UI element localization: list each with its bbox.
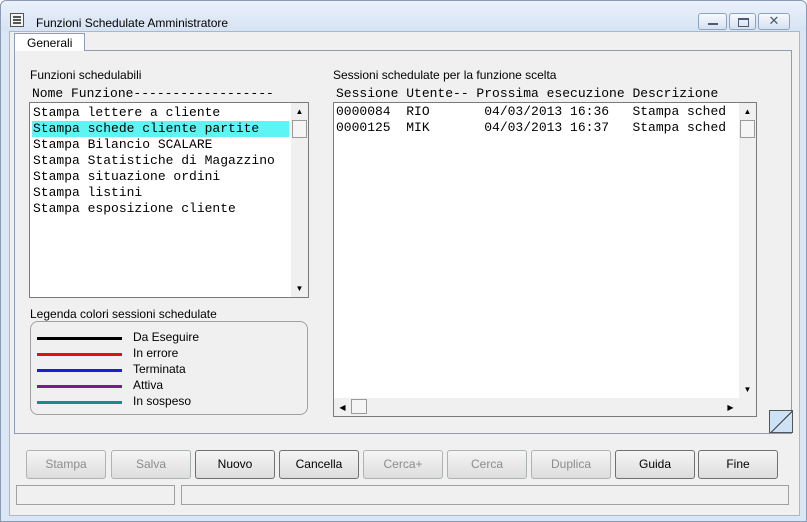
- legend-swatch: [37, 385, 122, 388]
- list-item[interactable]: Stampa esposizione cliente: [32, 201, 289, 217]
- scroll-down-icon[interactable]: ▼: [291, 280, 308, 297]
- scroll-corner: [739, 398, 756, 416]
- cerca-button[interactable]: Cerca: [447, 450, 527, 479]
- close-icon: ✕: [768, 13, 780, 28]
- legend-swatch: [37, 369, 122, 372]
- list-item[interactable]: Stampa Bilancio SCALARE: [32, 137, 289, 153]
- sessions-hscrollbar[interactable]: ◀ ▶: [334, 398, 739, 416]
- stampa-button[interactable]: Stampa: [26, 450, 106, 479]
- fine-button[interactable]: Fine: [698, 450, 778, 479]
- functions-scrollbar[interactable]: ▲ ▼: [291, 103, 308, 297]
- functions-label: Funzioni schedulabili: [30, 68, 142, 82]
- sessions-column-header: Sessione Utente-- Prossima esecuzione De…: [336, 86, 719, 101]
- sessions-list[interactable]: 0000084 RIO 04/03/2013 16:36 Stampa sche…: [333, 102, 757, 417]
- app-icon[interactable]: [10, 13, 24, 27]
- functions-column-header: Nome Funzione------------------: [32, 86, 274, 101]
- close-button[interactable]: ✕: [758, 13, 790, 30]
- sessions-vscrollbar[interactable]: ▲ ▼: [739, 103, 756, 398]
- legend-swatch: [37, 337, 122, 340]
- nuovo-button[interactable]: Nuovo: [195, 450, 275, 479]
- scroll-left-icon[interactable]: ◀: [334, 399, 351, 416]
- legend-swatch: [37, 401, 122, 404]
- scroll-right-icon[interactable]: ▶: [722, 399, 739, 416]
- legend-item-label: Terminata: [133, 362, 186, 376]
- legend-item-label: In errore: [133, 346, 179, 360]
- hscroll-thumb[interactable]: [351, 399, 367, 414]
- list-item[interactable]: Stampa lettere a cliente: [32, 105, 289, 121]
- minimize-button[interactable]: [698, 13, 727, 30]
- duplica-button[interactable]: Duplica: [531, 450, 611, 479]
- legend-box: Da Eseguire In errore Terminata Attiva In so…: [30, 321, 308, 415]
- table-row[interactable]: 0000084 RIO 04/03/2013 16:36 Stampa sche…: [336, 104, 726, 120]
- window-title: Funzioni Schedulate Amministratore: [36, 16, 229, 30]
- scroll-up-icon[interactable]: ▲: [739, 103, 756, 120]
- list-item[interactable]: Stampa Statistiche di Magazzino: [32, 153, 289, 169]
- resize-grip-icon[interactable]: [769, 410, 793, 433]
- legend-item-label: Attiva: [133, 378, 164, 392]
- guida-button[interactable]: Guida: [615, 450, 695, 479]
- tab-generali[interactable]: Generali: [14, 33, 85, 51]
- list-item[interactable]: Stampa listini: [32, 185, 289, 201]
- maximize-button[interactable]: [729, 13, 756, 30]
- functions-list[interactable]: Stampa lettere a cliente Stampa schede cl…: [29, 102, 309, 298]
- legend-swatch: [37, 353, 122, 356]
- list-item[interactable]: Stampa situazione ordini: [32, 169, 289, 185]
- sessions-label: Sessioni schedulate per la funzione scel…: [333, 68, 557, 82]
- title-bar[interactable]: Funzioni Schedulate Amministratore ✕: [1, 1, 806, 31]
- legend-item-label: Da Eseguire: [133, 330, 200, 344]
- status-panel-left: [16, 485, 175, 505]
- legend-label: Legenda colori sessioni schedulate: [30, 307, 217, 321]
- list-item[interactable]: Stampa schede cliente partite: [32, 121, 289, 137]
- table-row[interactable]: 0000125 MIK 04/03/2013 16:37 Stampa sche…: [336, 120, 726, 136]
- scroll-up-icon[interactable]: ▲: [291, 103, 308, 120]
- cerca-button[interactable]: Cerca+: [363, 450, 443, 479]
- cancella-button[interactable]: Cancella: [279, 450, 359, 479]
- scroll-down-icon[interactable]: ▼: [739, 381, 756, 398]
- status-panel-right: [181, 485, 789, 505]
- scroll-thumb[interactable]: [740, 120, 755, 138]
- scroll-thumb[interactable]: [292, 120, 307, 138]
- legend-item-label: In sospeso: [133, 394, 192, 408]
- salva-button[interactable]: Salva: [111, 450, 191, 479]
